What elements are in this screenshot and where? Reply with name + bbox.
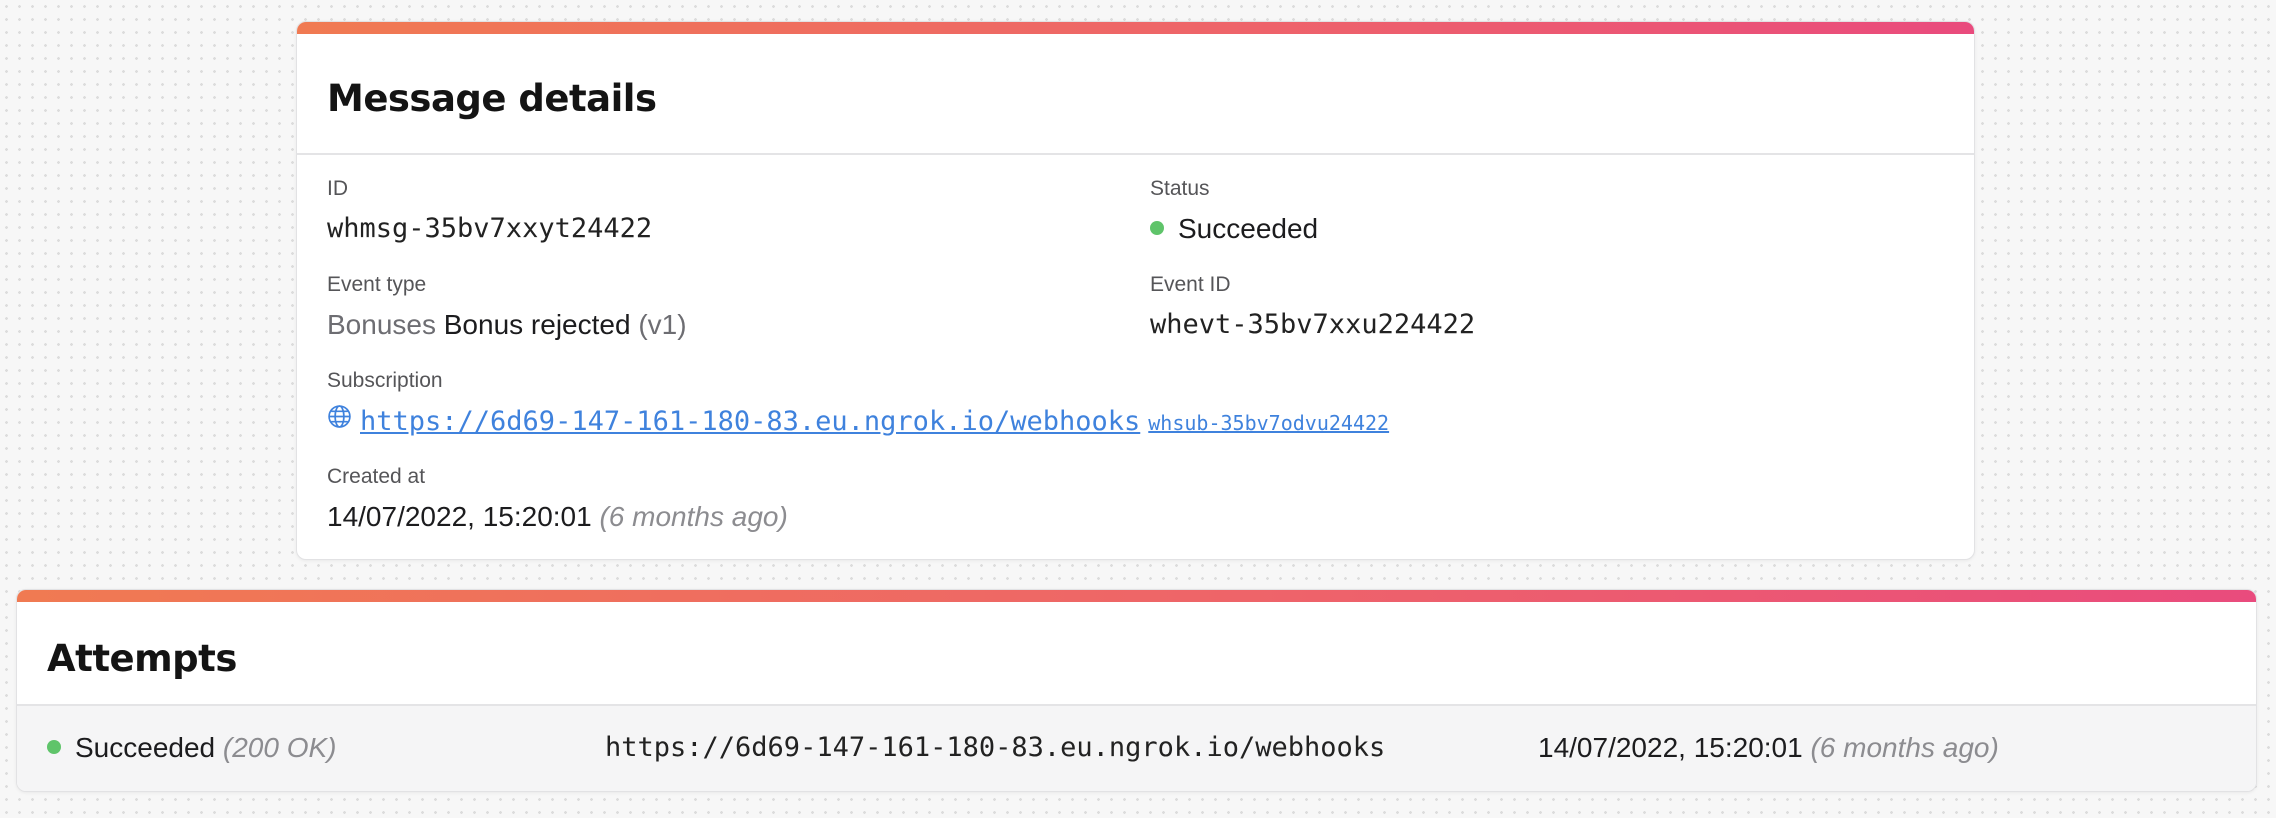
subscription-id-link[interactable]: whsub-35bv7odvu24422 — [1148, 411, 1389, 435]
message-details-card: Message details ID whmsg-35bv7xxyt24422 … — [296, 21, 1975, 560]
created-at-time: 14/07/2022, 15:20:01 — [327, 501, 592, 532]
globe-icon — [327, 404, 352, 436]
card-header: Attempts — [17, 602, 2256, 706]
card-header: Message details — [297, 34, 1974, 155]
subscription-url-link[interactable]: https://6d69-147-161-180-83.eu.ngrok.io/… — [360, 406, 1140, 437]
status-value: Succeeded — [1178, 213, 1319, 244]
id-field: ID whmsg-35bv7xxyt24422 — [327, 177, 652, 245]
event-type-group: Bonuses — [327, 309, 436, 340]
created-at-label: Created at — [327, 465, 426, 488]
attempts-title: Attempts — [47, 637, 237, 680]
id-label: ID — [327, 177, 348, 200]
attempt-time-ago: (6 months ago) — [1810, 732, 1999, 763]
subscription-label: Subscription — [327, 369, 443, 392]
created-at-value: 14/07/2022, 15:20:01 (6 months ago) — [327, 501, 788, 533]
attempt-url: https://6d69-147-161-180-83.eu.ngrok.io/… — [605, 732, 1386, 763]
attempt-status-code: (200 OK) — [222, 732, 337, 763]
event-id-label: Event ID — [1150, 273, 1231, 296]
event-id-field: Event ID whevt-35bv7xxu224422 — [1150, 273, 1475, 341]
event-type-name: Bonus rejected — [443, 309, 631, 340]
attempt-row[interactable]: Succeeded (200 OK) https://6d69-147-161-… — [17, 706, 2256, 791]
message-details-title: Message details — [327, 77, 657, 120]
status-value-row: Succeeded — [1150, 213, 1318, 245]
status-label: Status — [1150, 177, 1210, 200]
message-id-value: whmsg-35bv7xxyt24422 — [327, 213, 653, 244]
attempt-time-value: 14/07/2022, 15:20:01 — [1538, 732, 1803, 763]
card-accent-bar — [297, 22, 1974, 34]
subscription-field: Subscription https://6d69-147-161-180-83… — [327, 369, 1389, 439]
event-type-value: Bonuses Bonus rejected (v1) — [327, 309, 687, 341]
attempts-card: Attempts Succeeded (200 OK) https://6d69… — [16, 589, 2257, 792]
created-at-field: Created at 14/07/2022, 15:20:01 (6 month… — [327, 465, 788, 533]
attempt-status: Succeeded (200 OK) — [47, 732, 337, 764]
subscription-value: https://6d69-147-161-180-83.eu.ngrok.io/… — [327, 404, 1389, 439]
event-type-field: Event type Bonuses Bonus rejected (v1) — [327, 273, 687, 341]
card-accent-bar — [17, 590, 2256, 602]
status-dot-icon — [1150, 220, 1164, 235]
created-at-ago: (6 months ago) — [599, 501, 788, 532]
event-type-label: Event type — [327, 273, 427, 296]
event-type-version: (v1) — [638, 309, 687, 340]
event-id-value: whevt-35bv7xxu224422 — [1150, 309, 1476, 340]
status-field: Status Succeeded — [1150, 177, 1318, 245]
attempt-time: 14/07/2022, 15:20:01 (6 months ago) — [1538, 732, 1999, 764]
attempt-status-text: Succeeded — [75, 732, 216, 763]
status-dot-icon — [47, 739, 61, 754]
